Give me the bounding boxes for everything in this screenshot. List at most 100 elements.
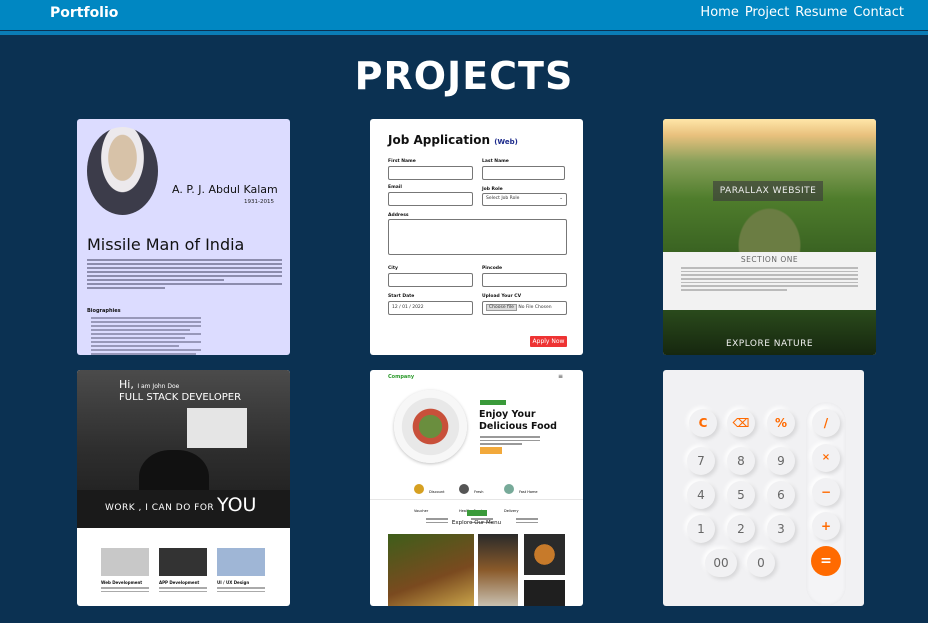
- key-4[interactable]: 4: [687, 481, 715, 509]
- hero-tag: [480, 400, 506, 405]
- portrait-image: [87, 127, 158, 215]
- key-1[interactable]: 1: [687, 515, 715, 543]
- brand-logo[interactable]: Portfolio: [50, 5, 118, 21]
- chevron-down-icon: ⌄: [559, 196, 563, 201]
- person-years: 1931-2015: [244, 199, 274, 205]
- label-pincode: Pincode: [482, 266, 503, 271]
- menu-image-3: [524, 534, 565, 575]
- no-file-text: No File Chosen: [518, 305, 552, 310]
- nav-link-home[interactable]: Home: [700, 5, 738, 20]
- role-title: FULL STACK DEVELOPER: [119, 392, 242, 403]
- address-field[interactable]: [388, 219, 567, 255]
- navbar-divider: [0, 31, 928, 35]
- card-subheading: Biographies: [87, 308, 121, 314]
- label-first-name: First Name: [388, 159, 416, 164]
- voucher-icon: [414, 483, 424, 494]
- food-plate-image: [394, 390, 467, 463]
- bio-text: [87, 259, 282, 291]
- form-title-tag: (Web): [494, 138, 518, 146]
- explore-nature-heading: EXPLORE NATURE: [725, 339, 814, 349]
- feature-healthy: Fresh Healthy Food: [459, 478, 493, 523]
- tagline-you: YOU: [217, 494, 257, 516]
- divide-key[interactable]: /: [812, 409, 840, 437]
- pincode-field[interactable]: [482, 273, 567, 287]
- menu-image-1: [388, 534, 474, 606]
- service-title: Web Development: [101, 580, 143, 585]
- service-image: [101, 548, 149, 576]
- feature-delivery: Fast Home Delivery: [504, 478, 538, 523]
- delivery-icon: [504, 483, 514, 494]
- project-card-food[interactable]: Company ≡ Enjoy Your Delicious Food Disc…: [370, 370, 583, 606]
- plus-key[interactable]: +: [812, 512, 840, 540]
- key-6[interactable]: 6: [767, 481, 795, 509]
- nav-link-resume[interactable]: Resume: [795, 5, 847, 20]
- service-title: APP Development: [159, 580, 200, 585]
- brand-logo-food: Company: [388, 374, 415, 380]
- choose-file-button[interactable]: Choose file: [486, 304, 517, 311]
- key-7[interactable]: 7: [687, 447, 715, 475]
- explore-menu-heading: Explore Our Menu: [451, 520, 502, 526]
- bullet-list: [91, 317, 201, 355]
- key-0[interactable]: 0: [747, 549, 775, 577]
- menu-tag: [467, 510, 487, 516]
- start-date-value: 12 / 01 / 2022: [392, 305, 424, 310]
- form-title-text: Job Application: [388, 133, 491, 147]
- feature-discount: Discount Voucher: [414, 478, 448, 523]
- nav-link-contact[interactable]: Contact: [853, 5, 904, 20]
- clear-key[interactable]: C: [689, 409, 717, 437]
- project-card-job-application[interactable]: Job Application (Web) First Name Last Na…: [370, 119, 583, 355]
- food-icon: [459, 483, 469, 494]
- key-3[interactable]: 3: [767, 515, 795, 543]
- nav-link-project[interactable]: Project: [745, 5, 789, 20]
- apply-now-button[interactable]: Apply Now: [530, 336, 567, 347]
- tagline-text: WORK , I CAN DO FOR: [105, 503, 215, 513]
- key-00[interactable]: 00: [705, 549, 737, 577]
- menu-image-2: [478, 534, 518, 606]
- order-button[interactable]: [480, 447, 502, 454]
- divider: [370, 499, 583, 500]
- key-2[interactable]: 2: [727, 515, 755, 543]
- job-role-select[interactable]: Select Job Role ⌄: [482, 193, 567, 206]
- label-last-name: Last Name: [482, 159, 509, 164]
- service-image: [217, 548, 265, 576]
- hero-text: [480, 436, 540, 447]
- project-card-parallax[interactable]: PARALLAX WEBSITE SECTION ONE EXPLORE NAT…: [663, 119, 876, 355]
- project-card-full-stack[interactable]: Hi, I am John Doe FULL STACK DEVELOPER W…: [77, 370, 290, 606]
- key-9[interactable]: 9: [767, 447, 795, 475]
- percent-key[interactable]: %: [767, 409, 795, 437]
- city-field[interactable]: [388, 273, 473, 287]
- greeting-intro: I am John Doe: [137, 383, 180, 390]
- first-name-field[interactable]: [388, 166, 473, 180]
- key-8[interactable]: 8: [727, 447, 755, 475]
- email-field[interactable]: [388, 192, 473, 206]
- last-name-field[interactable]: [482, 166, 565, 180]
- project-card-kalam[interactable]: A. P. J. Abdul Kalam 1931-2015 Missile M…: [77, 119, 290, 355]
- minus-key[interactable]: −: [812, 478, 840, 506]
- card-headline: Missile Man of India: [87, 235, 245, 254]
- person-name: A. P. J. Abdul Kalam: [172, 183, 278, 196]
- greeting: Hi, I am John Doe: [119, 378, 179, 391]
- backspace-icon[interactable]: ⌫: [727, 409, 755, 437]
- service-image: [159, 548, 207, 576]
- hero-heading-line1: Enjoy Your: [479, 409, 536, 420]
- service-title: UI / UX Design: [217, 580, 250, 585]
- service-ui-ux-design: UI / UX Design: [217, 548, 265, 592]
- hero-heading-line2: Delicious Food: [479, 421, 557, 432]
- key-5[interactable]: 5: [727, 481, 755, 509]
- service-app-development: APP Development: [159, 548, 207, 592]
- label-start-date: Start Date: [388, 294, 415, 299]
- label-city: City: [388, 266, 398, 271]
- upload-cv-field[interactable]: Choose file No File Chosen: [482, 301, 567, 315]
- parallax-title: PARALLAX WEBSITE: [713, 181, 823, 201]
- nav-links: Home Project Resume Contact: [700, 5, 904, 20]
- hero-heading: Enjoy Your Delicious Food: [479, 409, 557, 433]
- job-role-value: Select Job Role: [486, 196, 520, 201]
- hamburger-icon[interactable]: ≡: [558, 373, 563, 380]
- monitor-shape: [187, 408, 247, 448]
- start-date-field[interactable]: 12 / 01 / 2022: [388, 301, 473, 315]
- project-card-calculator[interactable]: C ⌫ % / 7 8 9 × 4 5 6 − 1 2 3 + 00 0 =: [663, 370, 864, 606]
- section-text: [681, 267, 858, 293]
- multiply-key[interactable]: ×: [812, 444, 840, 472]
- equals-key[interactable]: =: [811, 546, 841, 576]
- label-address: Address: [388, 213, 409, 218]
